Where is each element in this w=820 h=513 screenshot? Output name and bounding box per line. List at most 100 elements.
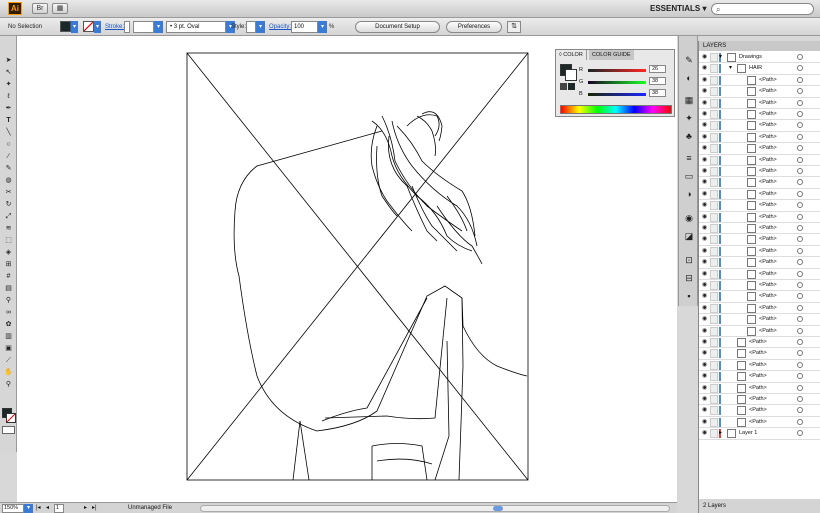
b-slider[interactable] (588, 93, 646, 96)
rotate-icon[interactable]: ↻ (3, 200, 14, 210)
stroke-weight-stepper[interactable] (124, 21, 130, 33)
lock-toggle[interactable] (710, 383, 718, 393)
blob-brush-icon[interactable]: ◍ (3, 176, 14, 186)
search-field[interactable]: ⌕ (711, 3, 814, 15)
visibility-eye-icon[interactable]: ◉ (702, 157, 708, 163)
target-circle-icon[interactable] (797, 145, 803, 152)
scale-icon[interactable]: ⤢ (3, 212, 14, 222)
blend-icon[interactable]: ∞ (3, 308, 14, 318)
type-tool-icon[interactable]: T (3, 116, 14, 126)
visibility-eye-icon[interactable]: ◉ (702, 77, 708, 83)
target-circle-icon[interactable] (797, 133, 803, 140)
layer-row[interactable]: ◉ <Path> (699, 371, 820, 383)
target-circle-icon[interactable] (797, 270, 803, 277)
target-circle-icon[interactable] (797, 202, 803, 209)
visibility-eye-icon[interactable]: ◉ (702, 282, 708, 288)
direct-selection-tool-icon[interactable]: ↖ (3, 68, 14, 78)
arrange-documents-button[interactable]: ▦ (52, 3, 68, 14)
layer-row[interactable]: ◉ <Path> (699, 417, 820, 429)
visibility-eye-icon[interactable]: ◉ (702, 305, 708, 311)
layer-row[interactable]: ◉ <Path> (699, 86, 820, 98)
lock-toggle[interactable] (710, 269, 718, 279)
layer-row[interactable]: ◉ ▾ Drawings (699, 52, 820, 64)
hand-tool-icon[interactable]: ✋ (3, 368, 14, 378)
clubs-icon[interactable]: ♣ (682, 130, 696, 142)
lock-toggle[interactable] (710, 372, 718, 382)
lock-toggle[interactable] (710, 212, 718, 222)
pathfinder-icon[interactable]: ▪ (682, 290, 696, 302)
mesh-icon[interactable]: # (3, 272, 14, 282)
layer-row[interactable]: ◉ <Path> (699, 177, 820, 189)
visibility-eye-icon[interactable]: ◉ (702, 430, 708, 436)
lock-toggle[interactable] (710, 281, 718, 290)
lock-toggle[interactable] (710, 326, 718, 336)
style-dropdown[interactable]: ▾ (256, 21, 265, 33)
stroke-color-box[interactable] (565, 69, 577, 81)
stroke-label[interactable]: Stroke: (105, 24, 124, 30)
lock-toggle[interactable] (710, 429, 718, 439)
line-tool-icon[interactable]: ╲ (3, 128, 14, 138)
layer-row[interactable]: ◉ ▸ Layer 1 (699, 428, 820, 440)
workspace-switcher[interactable]: ESSENTIALS ▾ (650, 4, 706, 13)
visibility-eye-icon[interactable]: ◉ (702, 350, 708, 356)
preferences-button[interactable]: Preferences (446, 21, 502, 33)
artboard-icon[interactable]: ▣ (3, 344, 14, 354)
target-circle-icon[interactable] (797, 407, 803, 414)
target-circle-icon[interactable] (797, 327, 803, 334)
lock-toggle[interactable] (710, 224, 718, 233)
layer-row[interactable]: ◉ <Path> (699, 257, 820, 269)
visibility-eye-icon[interactable]: ◉ (702, 236, 708, 242)
target-circle-icon[interactable] (797, 247, 803, 254)
visibility-eye-icon[interactable]: ◉ (702, 65, 708, 71)
layer-row[interactable]: ◉ <Path> (699, 405, 820, 417)
last-page-icon[interactable]: ▸| (92, 504, 97, 511)
layer-row[interactable]: ◉ <Path> (699, 303, 820, 315)
lock-toggle[interactable] (710, 189, 718, 199)
free-transform-icon[interactable]: ⬚ (3, 236, 14, 246)
lock-toggle[interactable] (710, 303, 718, 313)
layer-row[interactable]: ◉ <Path> (699, 280, 820, 292)
visibility-eye-icon[interactable]: ◉ (702, 385, 708, 391)
opacity-input[interactable]: 100 (291, 21, 318, 33)
visibility-eye-icon[interactable]: ◉ (702, 100, 708, 106)
lock-toggle[interactable] (710, 315, 718, 325)
fill-swatch[interactable] (60, 21, 71, 32)
tab-color[interactable]: ◊ COLOR (556, 50, 587, 60)
visibility-eye-icon[interactable]: ◉ (702, 419, 708, 425)
visibility-eye-icon[interactable]: ◉ (702, 54, 708, 60)
next-page-icon[interactable]: ▸ (84, 504, 87, 511)
g-slider[interactable] (588, 81, 646, 84)
ellipse-tool-icon[interactable]: ○ (3, 140, 14, 150)
gradient-icon[interactable]: ▤ (3, 284, 14, 294)
align-icon[interactable]: ⊡ (682, 254, 696, 266)
pencil-icon[interactable]: ✎ (3, 164, 14, 174)
stroke-weight-dropdown[interactable]: ▾ (154, 21, 163, 33)
target-circle-icon[interactable] (797, 418, 803, 425)
zoom-field[interactable]: 150% (2, 504, 24, 513)
target-circle-icon[interactable] (797, 282, 803, 288)
layer-row[interactable]: ◉ <Path> (699, 98, 820, 109)
zoom-tool-icon[interactable]: ⚲ (3, 380, 14, 390)
target-circle-icon[interactable] (797, 236, 803, 243)
drawing-mode-icon[interactable] (2, 426, 15, 434)
shape-builder-icon[interactable]: ◈ (3, 248, 14, 258)
visibility-eye-icon[interactable]: ◉ (702, 122, 708, 128)
lock-toggle[interactable] (710, 87, 718, 97)
visibility-eye-icon[interactable]: ◉ (702, 396, 708, 402)
collapse-triangle-icon[interactable]: ▾ (729, 64, 732, 71)
layer-row[interactable]: ◉ <Path> (699, 383, 820, 394)
visibility-eye-icon[interactable]: ◉ (702, 373, 708, 379)
target-circle-icon[interactable] (797, 430, 803, 437)
target-circle-icon[interactable] (797, 225, 803, 231)
lock-toggle[interactable] (710, 235, 718, 245)
target-circle-icon[interactable] (797, 122, 803, 129)
lock-toggle[interactable] (710, 417, 718, 427)
lock-toggle[interactable] (710, 110, 718, 119)
visibility-eye-icon[interactable]: ◉ (702, 191, 708, 197)
visibility-eye-icon[interactable]: ◉ (702, 259, 708, 265)
layer-row[interactable]: ◉ <Path> (699, 394, 820, 406)
target-circle-icon[interactable] (797, 384, 803, 391)
visibility-eye-icon[interactable]: ◉ (702, 145, 708, 151)
lock-toggle[interactable] (710, 395, 718, 404)
visibility-eye-icon[interactable]: ◉ (702, 316, 708, 322)
